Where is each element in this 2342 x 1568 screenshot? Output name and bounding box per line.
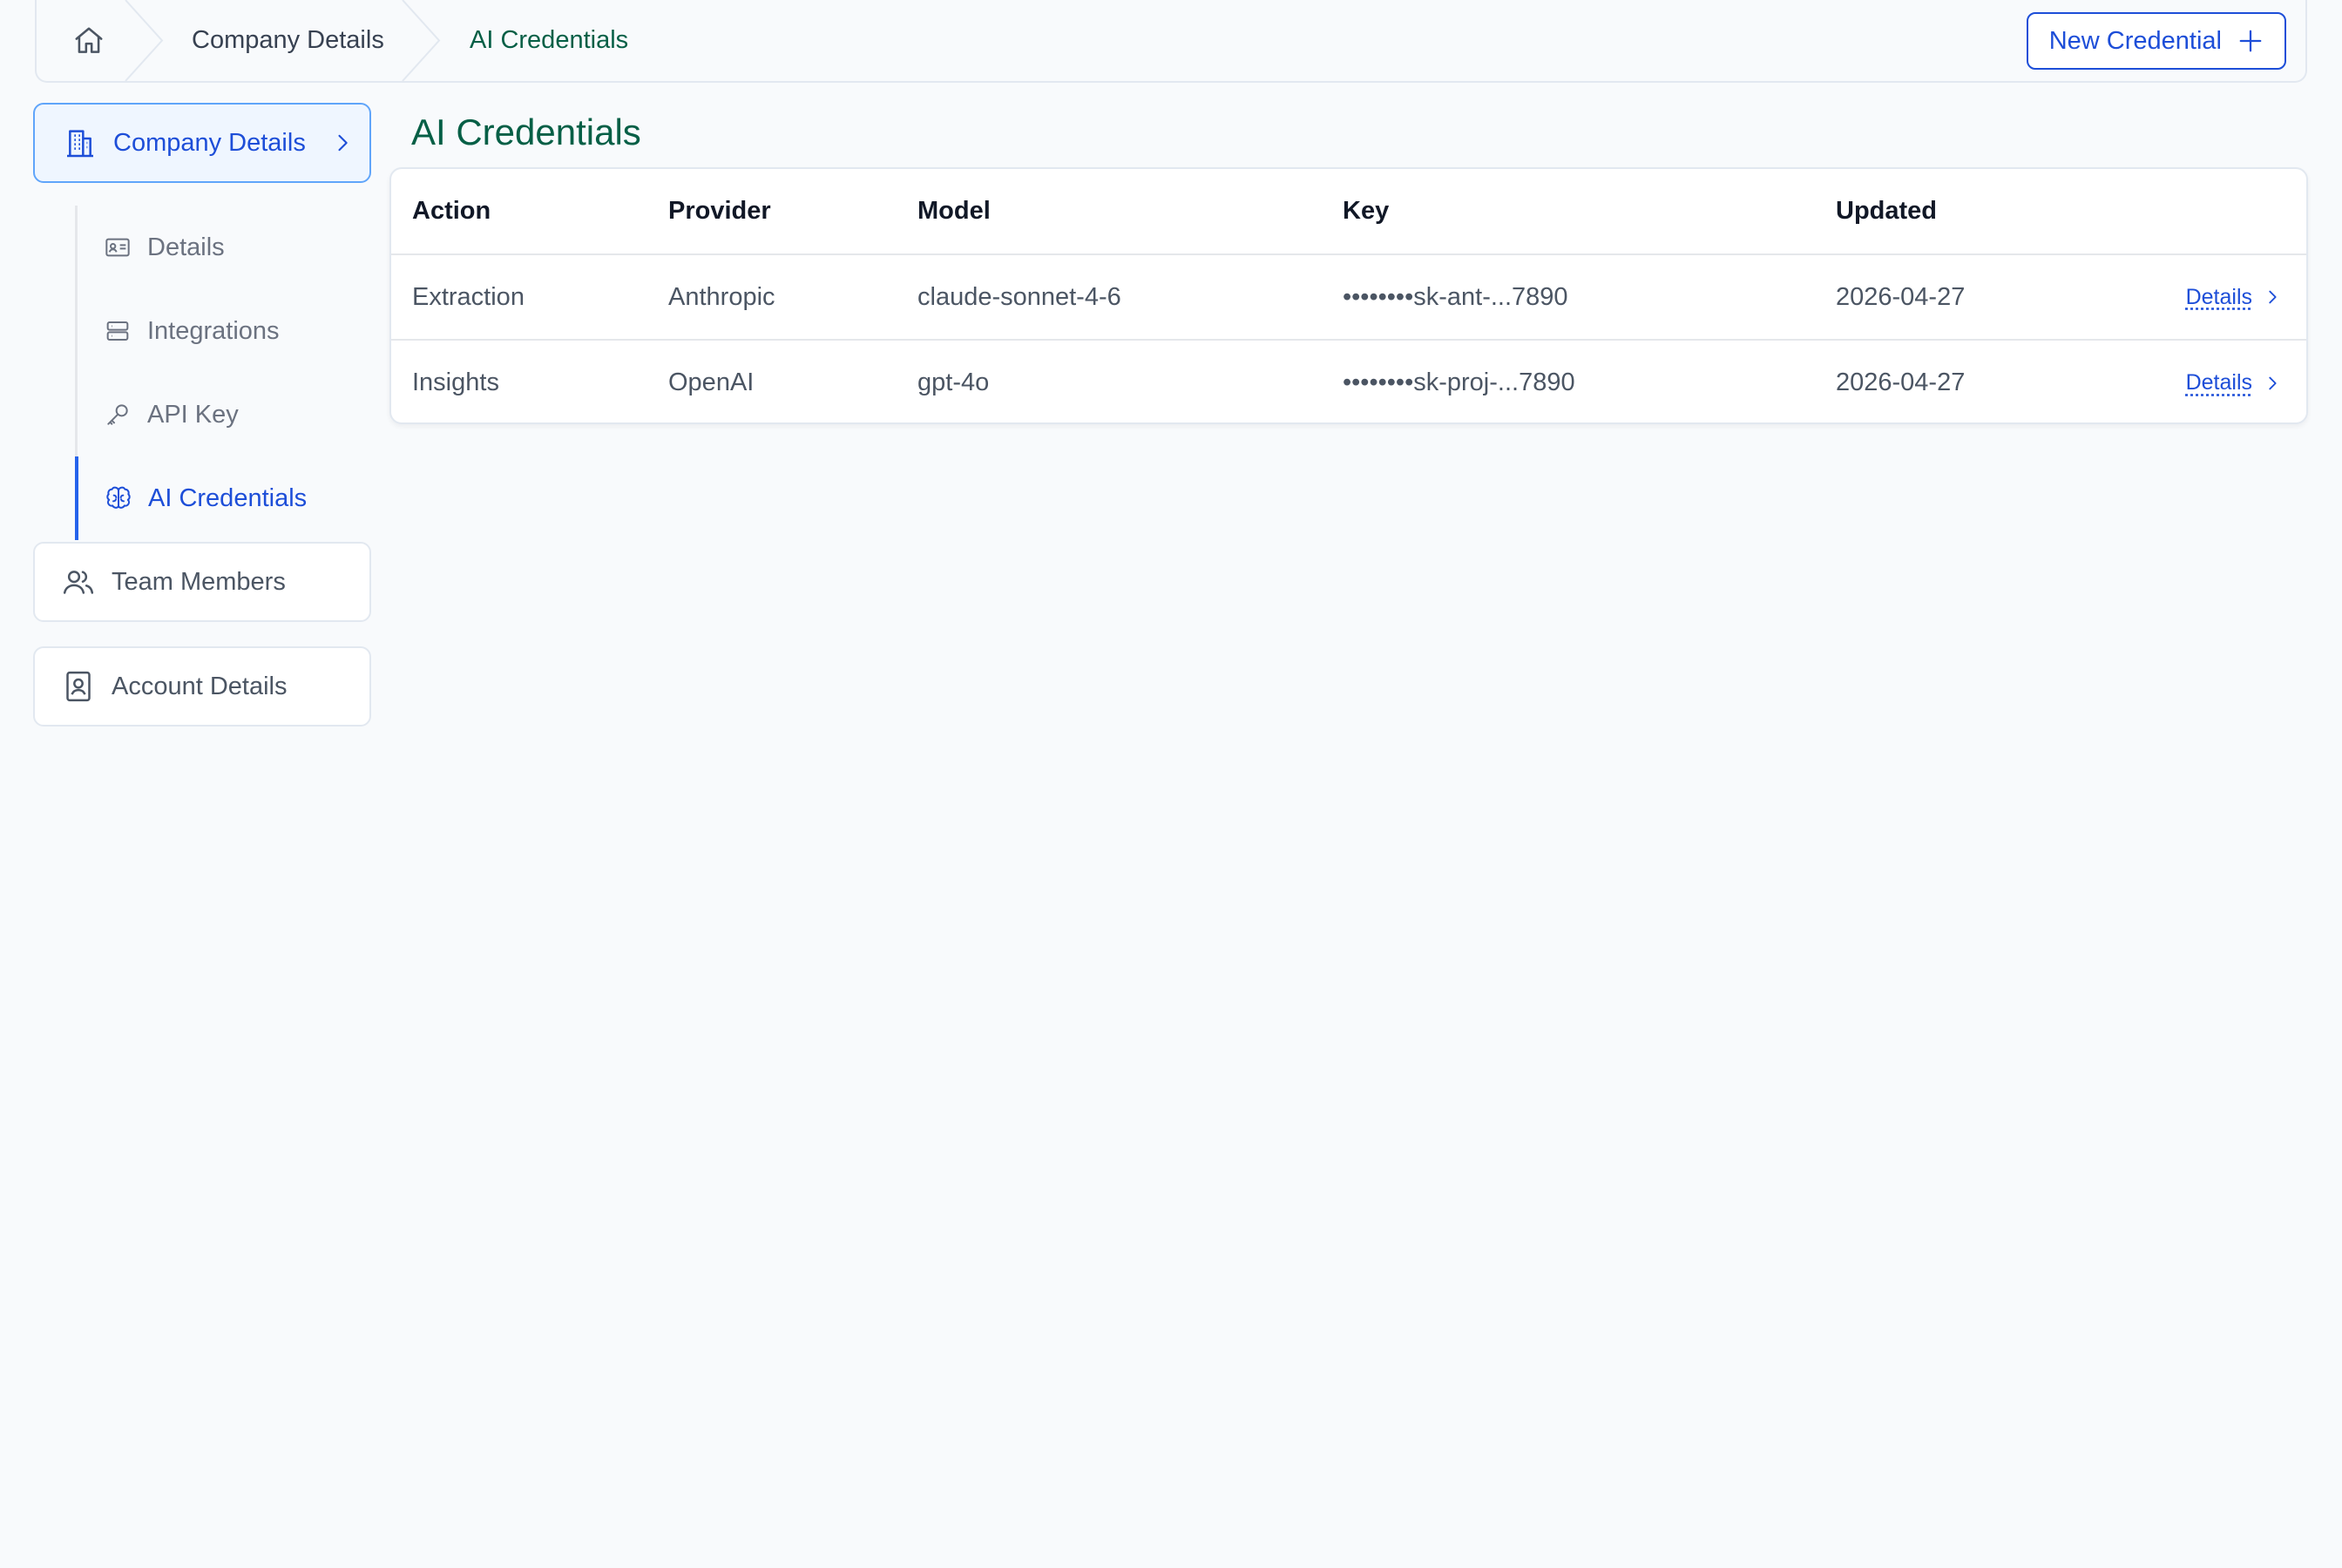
table-header-row: Action Provider Model Key Updated <box>391 169 2306 255</box>
users-icon <box>63 571 94 594</box>
server-icon <box>106 321 129 341</box>
new-credential-label: New Credential <box>2048 26 2222 55</box>
sidebar-item-label: Company Details <box>113 128 306 157</box>
cell-model: claude-sonnet-4-6 <box>917 282 1121 311</box>
sidebar-item-api-key[interactable]: API Key <box>75 373 371 456</box>
contact-card-icon <box>66 671 91 702</box>
sidebar-item-label: API Key <box>147 400 239 429</box>
sidebar-item-label: Team Members <box>112 567 286 596</box>
chevron-right-icon <box>2269 376 2277 389</box>
brain-icon <box>106 486 131 509</box>
cell-provider: OpenAI <box>647 339 897 422</box>
breadcrumb-ai-credentials: AI Credentials <box>470 26 629 54</box>
sidebar-item-ai-credentials[interactable]: AI Credentials <box>75 456 371 540</box>
table-row: Extraction Anthropic claude-sonnet-4-6 •… <box>391 254 2306 340</box>
column-header-actions <box>2102 169 2306 255</box>
home-icon <box>75 26 103 53</box>
page-title: AI Credentials <box>411 112 641 152</box>
cell-details: Details <box>2102 254 2306 340</box>
breadcrumb-separator <box>401 0 441 81</box>
cell-action: Insights <box>391 339 647 422</box>
company-subnav: Details Integrations API Key AI Credenti… <box>75 206 371 540</box>
chevron-right-icon <box>2269 290 2277 304</box>
sidebar-item-label: Account Details <box>112 672 288 700</box>
cell-model: gpt-4o <box>897 339 1322 422</box>
breadcrumb-separator <box>124 0 164 81</box>
chevron-right-icon <box>338 134 348 152</box>
cell-key: ••••••••sk-ant-...7890 <box>1343 282 1568 311</box>
cell-updated: 2026-04-27 <box>1815 339 2102 422</box>
credentials-table: Action Provider Model Key Updated Extrac… <box>389 167 2308 424</box>
sidebar-item-company-details[interactable]: Company Details <box>33 103 371 183</box>
column-header-updated: Updated <box>1815 169 2102 255</box>
building-icon <box>67 130 93 158</box>
cell-updated: 2026-04-27 <box>1836 282 1966 311</box>
sidebar-item-team-members[interactable]: Team Members <box>33 542 371 622</box>
table-row: Insights OpenAI gpt-4o ••••••••sk-proj-.… <box>391 339 2306 422</box>
new-credential-button[interactable]: New Credential <box>2026 12 2286 70</box>
sidebar-item-label: Integrations <box>147 316 280 345</box>
sidebar-item-details[interactable]: Details <box>75 206 371 289</box>
sidebar-item-label: AI Credentials <box>148 483 308 512</box>
sidebar-item-integrations[interactable]: Integrations <box>75 289 371 373</box>
details-link[interactable]: Details <box>2123 285 2306 310</box>
column-header-model: Model <box>897 169 1322 255</box>
sidebar-item-account-details[interactable]: Account Details <box>33 646 371 727</box>
details-link-label: Details <box>2185 370 2252 395</box>
cell-provider: Anthropic <box>668 282 775 311</box>
breadcrumb-bar: Company Details AI Credentials New Crede… <box>35 0 2307 83</box>
column-header-provider: Provider <box>647 169 897 255</box>
details-link[interactable]: Details <box>2123 370 2306 395</box>
cell-action: Extraction <box>412 282 525 311</box>
details-link-label: Details <box>2185 284 2252 309</box>
id-card-icon <box>105 238 130 257</box>
plus-icon <box>2239 30 2262 52</box>
sidebar-item-label: Details <box>147 233 225 261</box>
cell-key: ••••••••sk-proj-...7890 <box>1322 339 1815 422</box>
cell-details: Details <box>2102 339 2306 422</box>
key-icon <box>107 404 128 425</box>
column-header-action: Action <box>391 169 647 255</box>
breadcrumb-company-details[interactable]: Company Details <box>192 0 384 81</box>
column-header-key: Key <box>1322 169 1815 255</box>
